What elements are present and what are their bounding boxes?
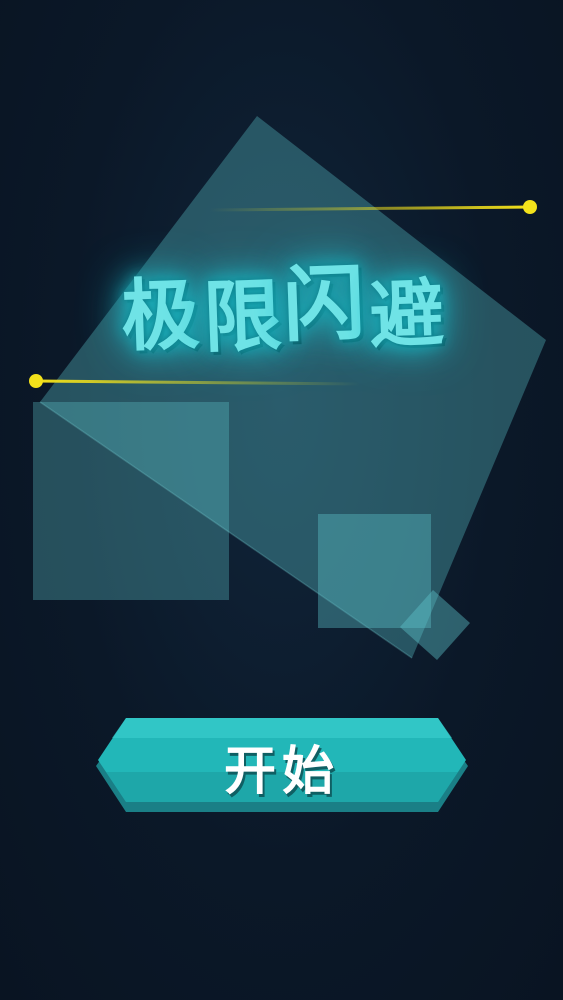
title-char: 限 (201, 271, 287, 364)
left-square (33, 402, 229, 600)
game-title: 极 限 闪 避 (38, 231, 532, 378)
upper-laser-dot (523, 200, 537, 214)
title-char: 闪 (281, 256, 371, 354)
title-char: 极 (119, 269, 205, 363)
background-shapes (29, 116, 546, 660)
title-char: 避 (368, 271, 449, 360)
middle-square (318, 514, 431, 628)
lower-laser-dot (29, 374, 43, 388)
game-start-screen: 极 限 闪 避 开始 (0, 0, 563, 1000)
start-button[interactable]: 开始 (96, 716, 468, 816)
start-button-label: 开始 (223, 741, 340, 802)
